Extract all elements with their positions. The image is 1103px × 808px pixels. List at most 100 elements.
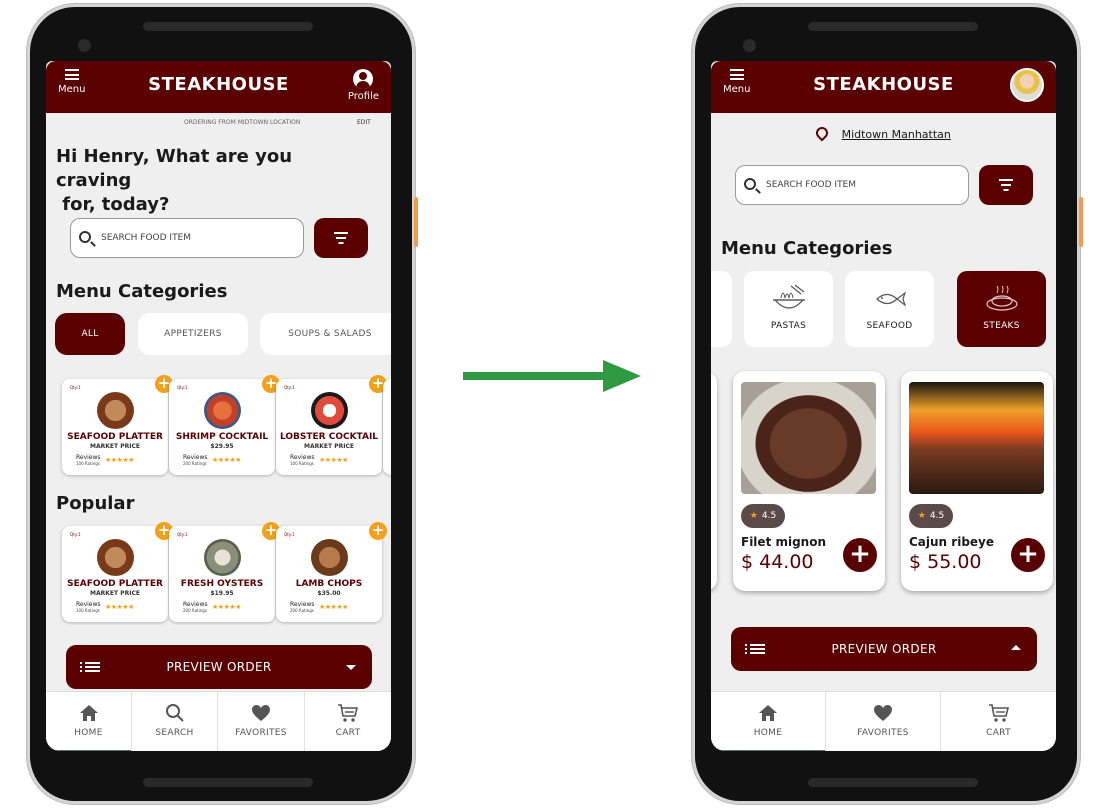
bottom-navigation: HOME SEARCH FAVORITES CART [46,691,391,751]
product-image [741,382,876,494]
search-icon [132,702,217,724]
preview-order-button[interactable]: PREVIEW ORDER [731,627,1037,671]
greeting-line-2: for, today? [56,194,170,215]
phone-camera [743,39,756,52]
category-pill-appetizers[interactable]: APPETIZERS [138,313,248,355]
quantity-label: Qty:1 [70,385,81,390]
category-pill-soups-salads[interactable]: SOUPS & SALADS [260,313,391,355]
filter-icon-line [338,242,344,244]
search-input[interactable]: SEARCH FOOD ITEM [70,218,304,258]
star-icon: ★ [917,511,926,521]
reviews-label: Reviews [76,454,101,461]
food-image [311,539,348,576]
food-price: $19.95 [210,590,234,597]
product-card[interactable]: ★ 4.5 Filet mignon $ 44.00 + [733,371,885,591]
category-label: PASTAS [770,321,807,331]
phone-speaker [143,22,313,31]
reviews-label: Reviews [183,601,208,608]
nav-favorites-label: FAVORITES [235,728,287,738]
filter-icon-line [336,237,346,239]
nav-favorites[interactable]: FAVORITES [218,692,305,751]
avatar[interactable] [1010,68,1044,102]
nav-cart[interactable]: CART [941,692,1056,751]
ratings-count: 200 Ratings [183,608,207,613]
food-name: FRESH OYSTERS [180,579,264,589]
food-card[interactable]: Qty:1 + SEAFOOD PLATTER MARKET PRICE Rev… [62,375,173,475]
reviews-label: Reviews [76,601,101,608]
app-title: STEAKHOUSE [148,74,289,95]
filter-button[interactable] [979,165,1033,205]
location-pin-icon [813,124,831,142]
quantity-label: Qty:1 [177,532,188,537]
nav-home-label: HOME [74,728,103,738]
category-label: SEAFOOD [866,321,913,331]
add-to-cart-button[interactable]: + [1011,538,1045,572]
phone-speaker-bottom [143,778,313,787]
food-name: SHRIMP COCKTAIL [175,432,269,442]
edit-location-link[interactable]: EDIT [357,119,371,126]
star-rating-icon: ★★★★★ [319,456,348,464]
category-tile-seafood[interactable]: SEAFOOD [845,271,934,347]
product-card[interactable]: ★ 4.5 Cajun ribeye $ 55.00 + [901,371,1053,591]
phone-side-button [414,197,418,247]
food-name: LOBSTER COCKTAIL [279,432,379,442]
cart-icon [941,702,1056,724]
nav-cart[interactable]: CART [305,692,391,751]
pasta-bowl-icon [744,283,833,315]
category-tile-pastas[interactable]: PASTAS [744,271,833,347]
search-input[interactable]: SEARCH FOOD ITEM [735,165,969,205]
food-card-partial[interactable] [383,379,391,475]
filter-button[interactable] [314,218,368,258]
add-to-cart-button[interactable]: + [843,538,877,572]
product-image [909,382,1044,494]
rating-value: 4.5 [761,511,777,521]
location-selector[interactable]: Midtown Manhattan [711,124,1056,142]
nav-home[interactable]: HOME [711,692,826,751]
popular-heading: Popular [56,493,135,514]
nav-favorites[interactable]: FAVORITES [826,692,941,751]
rating-badge: ★ 4.5 [741,504,785,528]
cart-icon [305,702,391,724]
reviews-label: Reviews [290,601,315,608]
phone-speaker [808,22,978,31]
search-placeholder: SEARCH FOOD ITEM [766,180,857,190]
search-icon [79,231,91,243]
category-pill-all[interactable]: ALL [55,313,125,355]
phone-frame-left: Menu STEAKHOUSE Profile ORDERING FROM MI… [27,4,418,804]
food-price: MARKET PRICE [304,443,354,450]
nav-favorites-label: FAVORITES [857,728,909,738]
category-tile-steaks[interactable]: STEAKS [957,271,1046,347]
search-icon [744,178,756,190]
home-icon [46,702,131,724]
food-image [311,392,348,429]
nav-search[interactable]: SEARCH [132,692,218,751]
popular-card[interactable]: Qty:1 + SEAFOOD PLATTER MARKET PRICE Rev… [62,522,173,622]
star-rating-icon: ★★★★★ [212,456,241,464]
product-card-partial[interactable] [711,371,717,591]
phone-frame-right: Menu STEAKHOUSE Midtown Manhattan SEARCH… [692,4,1083,804]
food-price: MARKET PRICE [90,590,140,597]
nav-home[interactable]: HOME [46,692,132,751]
category-tile-partial[interactable] [711,271,732,347]
bottom-navigation: HOME FAVORITES CART [711,691,1056,751]
add-button[interactable]: + [369,522,387,540]
food-card[interactable]: Qty:1 + SHRIMP COCKTAIL $29.95 Reviews 2… [169,375,280,475]
ratings-count: 100 Ratings [290,461,314,466]
star-rating-icon: ★★★★★ [319,603,348,611]
food-image [97,539,134,576]
filter-icon [334,232,348,234]
preview-order-button[interactable]: PREVIEW ORDER [66,645,372,689]
reviews-label: Reviews [183,454,208,461]
popular-card[interactable]: Qty:1 + LAMB CHOPS $35.00 Reviews 200 Ra… [276,522,387,622]
food-name: LAMB CHOPS [295,579,363,589]
food-price: $29.95 [210,443,234,450]
food-image [97,392,134,429]
rating-badge: ★ 4.5 [909,504,953,528]
ratings-count: 200 Ratings [290,608,314,613]
popular-card[interactable]: Qty:1 + FRESH OYSTERS $19.95 Reviews 200… [169,522,280,622]
ratings-count: 100 Ratings [76,461,100,466]
food-card[interactable]: Qty:1 + LOBSTER COCKTAIL MARKET PRICE Re… [276,375,387,475]
reviews-label: Reviews [290,454,315,461]
profile-button[interactable]: Profile [348,69,379,102]
quantity-label: Qty:1 [70,532,81,537]
